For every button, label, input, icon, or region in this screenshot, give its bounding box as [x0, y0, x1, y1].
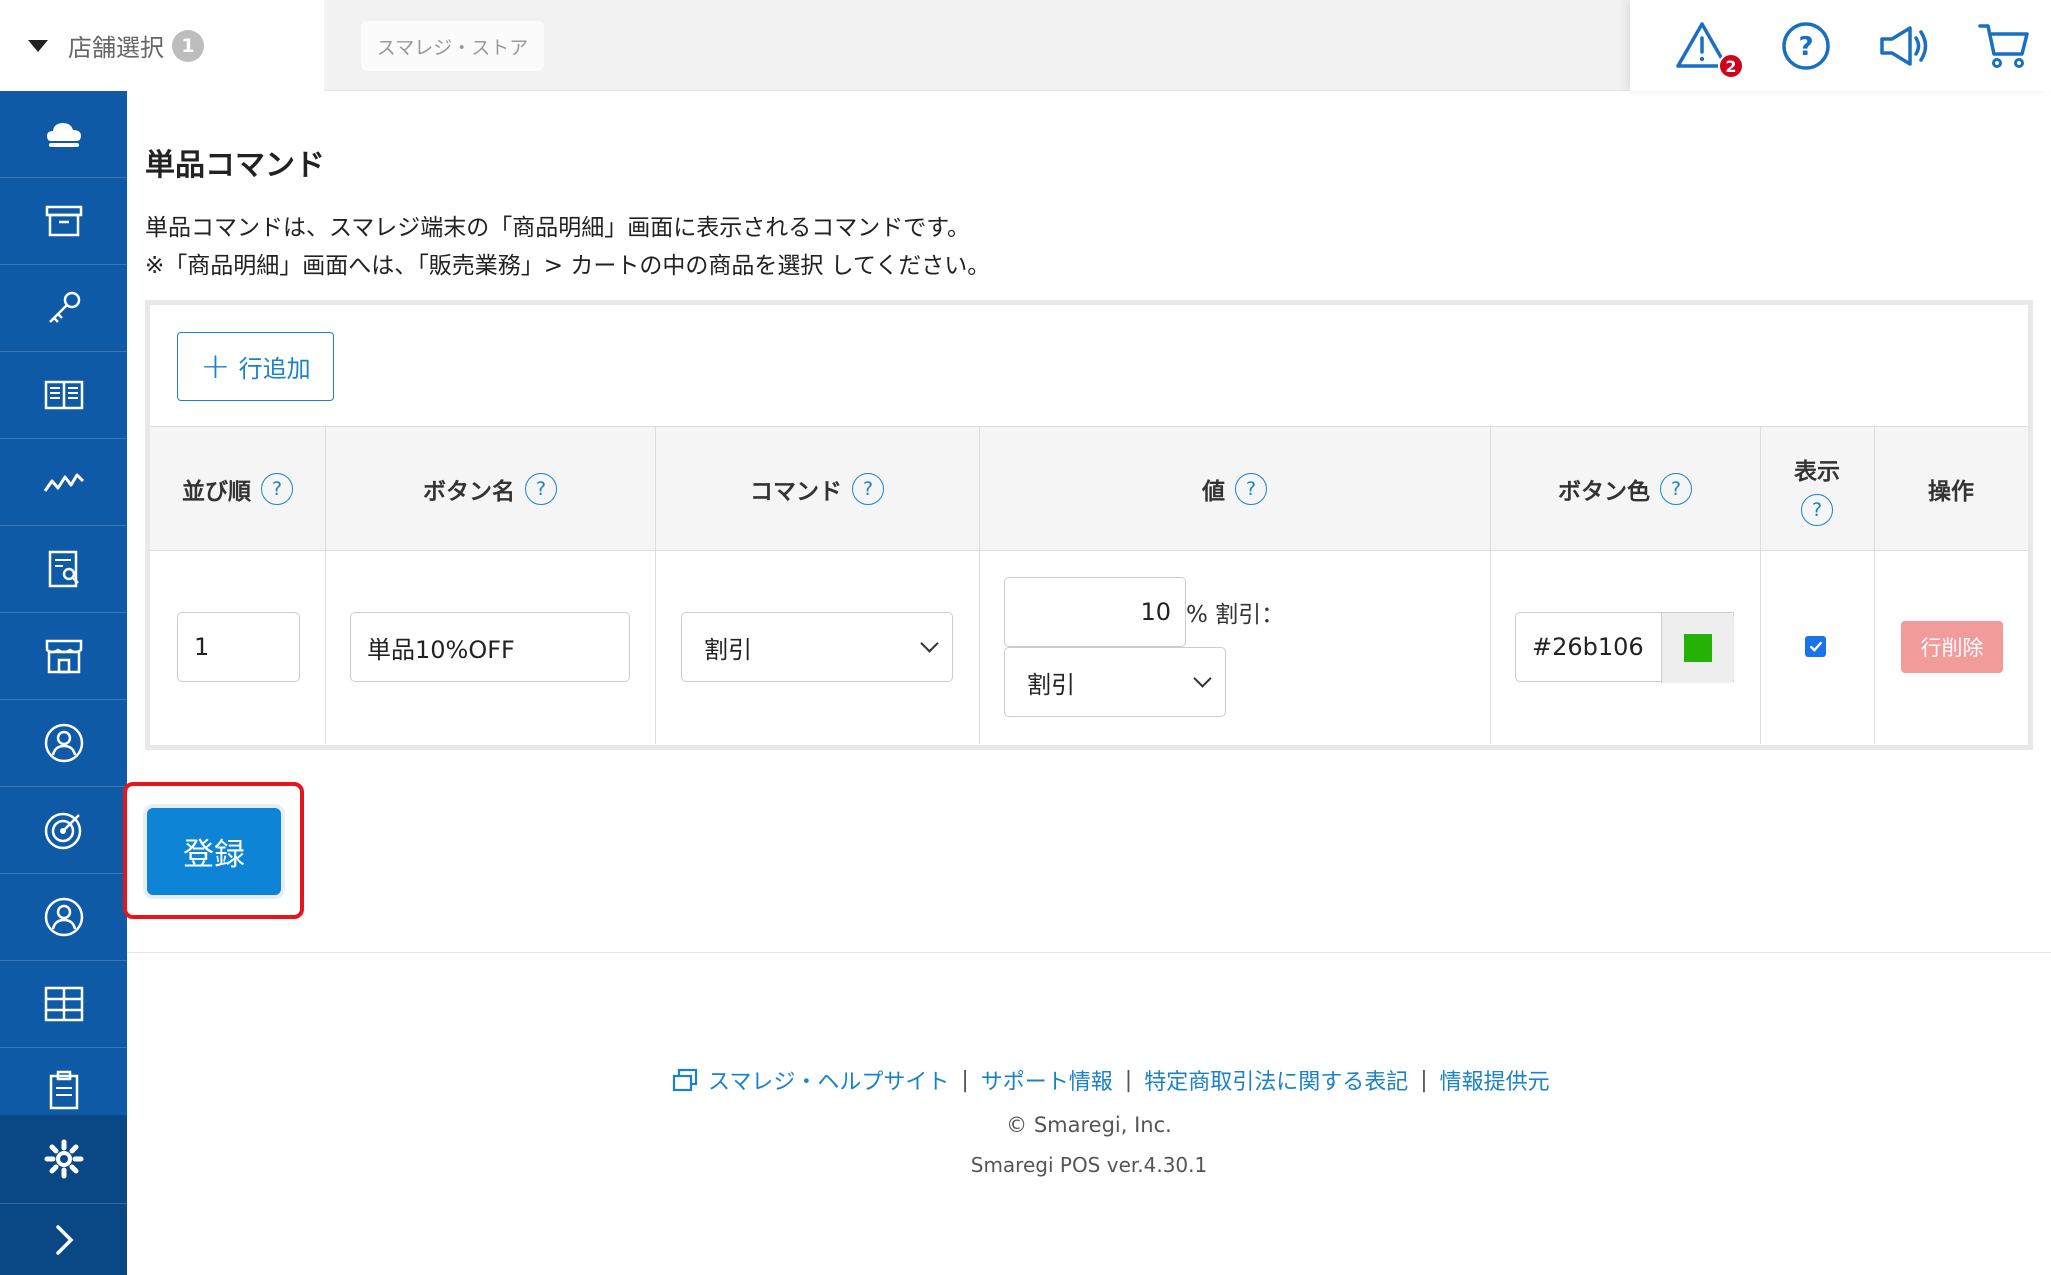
sidebar-item-layout[interactable]	[0, 961, 127, 1048]
clipboard-icon	[49, 1070, 78, 1110]
column-header-value: 値?	[979, 426, 1490, 551]
column-header-order: 並び順?	[150, 426, 325, 551]
customer-icon	[44, 723, 83, 763]
report-icon	[48, 550, 79, 588]
command-select[interactable]: 割引	[681, 612, 953, 682]
store-count-badge: 1	[172, 29, 204, 62]
description-line-1: 単品コマンドは、スマレジ端末の「商品明細」画面に表示されるコマンドです。	[145, 215, 971, 241]
delete-row-button[interactable]: 行削除	[1901, 621, 2003, 673]
content-divider	[127, 952, 2051, 953]
alert-count-badge: 2	[1718, 53, 1744, 79]
chart-icon	[43, 473, 84, 492]
copyright: © Smaregi, Inc.	[1006, 1113, 1172, 1137]
footer-link-help-site[interactable]: スマレジ・ヘルプサイト	[708, 1064, 949, 1096]
help-icon[interactable]: ?	[1235, 472, 1267, 505]
caret-down-icon	[28, 39, 48, 52]
store-select-label: 店舗選択	[68, 34, 164, 62]
book-icon	[44, 380, 83, 410]
external-window-icon	[672, 1068, 698, 1092]
key-icon	[48, 291, 80, 323]
version-label: Smaregi POS ver.4.30.1	[970, 1153, 1208, 1177]
cloud-icon	[46, 123, 81, 147]
archive-icon	[45, 205, 82, 237]
top-header: 店舗選択 1 スマレジ・ストア	[0, 0, 2051, 91]
target-icon	[44, 812, 81, 850]
footer-link-support[interactable]: サポート情報	[981, 1064, 1113, 1096]
footer-links: スマレジ・ヘルプサイト | サポート情報 | 特定商取引法に関する表記 | 情報…	[670, 1064, 1550, 1096]
order-input[interactable]: 1	[177, 612, 300, 682]
sidebar-item-key[interactable]	[0, 265, 127, 352]
store-icon	[45, 639, 82, 674]
sidebar-item-report[interactable]	[0, 526, 127, 613]
footer-link-legal[interactable]: 特定商取引法に関する表記	[1144, 1064, 1408, 1096]
sidebar-expand[interactable]	[0, 1203, 127, 1275]
sidebar-item-book[interactable]	[0, 352, 127, 439]
megaphone-icon[interactable]	[1876, 18, 1932, 74]
column-header-command: コマンド?	[655, 426, 979, 551]
sidebar-item-archive[interactable]	[0, 178, 127, 265]
add-row-label: 行追加	[238, 355, 311, 383]
column-header-operation: 操作	[1928, 478, 1974, 505]
chevron-right-icon	[55, 1224, 73, 1255]
color-picker-swatch[interactable]	[1661, 613, 1734, 683]
chevron-down-icon	[1193, 668, 1212, 688]
value-type-select[interactable]: 割引	[1004, 647, 1226, 717]
checkmark-icon	[1809, 641, 1822, 651]
column-header-button-name: ボタン名?	[325, 426, 655, 551]
page-title: 単品コマンド	[145, 148, 325, 183]
value-suffix-label: % 割引：	[1186, 602, 1285, 628]
user-icon	[44, 897, 83, 937]
sidebar-item-user[interactable]	[0, 874, 127, 961]
sidebar-item-analytics[interactable]	[0, 439, 127, 526]
help-icon[interactable]: ?	[525, 472, 557, 505]
value-input[interactable]: 10	[1004, 577, 1186, 647]
cart-icon[interactable]	[1976, 18, 2032, 74]
color-preview	[1684, 634, 1712, 662]
display-checkbox[interactable]	[1805, 636, 1826, 657]
help-icon[interactable]: ?	[261, 472, 293, 505]
add-row-button[interactable]: + 行追加	[177, 332, 334, 401]
svg-text:?: ?	[1798, 32, 1813, 62]
store-select-dropdown[interactable]: 店舗選択 1	[0, 0, 324, 91]
sidebar-item-customer[interactable]	[0, 700, 127, 787]
help-icon[interactable]: ?	[1801, 493, 1833, 526]
grid-icon	[44, 986, 83, 1022]
footer-link-info-source[interactable]: 情報提供元	[1440, 1064, 1550, 1096]
sidebar-item-cloud[interactable]	[0, 91, 127, 178]
store-name-chip[interactable]: スマレジ・ストア	[361, 21, 544, 71]
sidebar-item-store[interactable]	[0, 613, 127, 700]
column-header-button-color: ボタン色?	[1490, 426, 1760, 551]
chevron-down-icon	[920, 633, 939, 653]
plus-icon: +	[200, 345, 231, 387]
register-button[interactable]: 登録	[147, 808, 281, 895]
sidebar	[0, 91, 127, 1275]
help-icon[interactable]: ?	[1778, 18, 1834, 74]
column-header-display: 表示?	[1760, 426, 1874, 551]
description-line-2: ※「商品明細」画面へは、「販売業務」> カートの中の商品を選択 してください。	[145, 253, 991, 279]
button-name-input[interactable]: 単品10%OFF	[350, 612, 630, 682]
help-icon[interactable]: ?	[1660, 472, 1692, 505]
help-icon[interactable]: ?	[852, 472, 884, 505]
sidebar-item-target[interactable]	[0, 787, 127, 874]
